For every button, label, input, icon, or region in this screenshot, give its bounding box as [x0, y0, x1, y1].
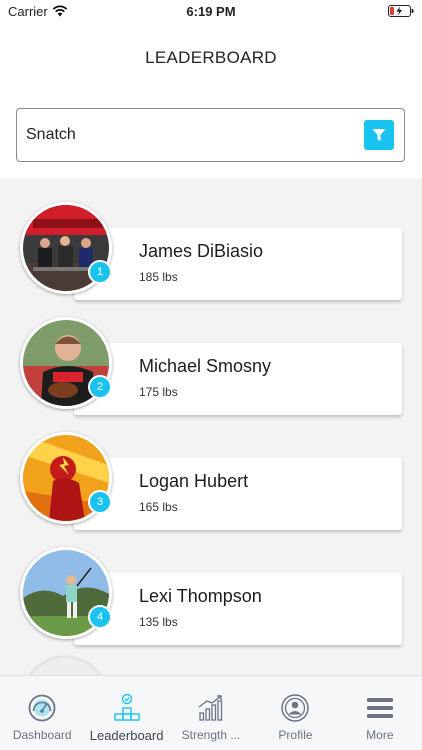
leaderboard-entry[interactable]: Michael Smosny 175 lbs 2 [20, 317, 402, 415]
battery-low-charging-icon [388, 5, 414, 17]
rank-badge: 2 [88, 375, 112, 399]
athlete-weight: 175 lbs [139, 385, 178, 399]
athlete-weight: 135 lbs [139, 615, 178, 629]
tab-profile[interactable]: Profile [253, 676, 337, 750]
athlete-avatar-partial [22, 655, 108, 675]
dashboard-gauge-icon [27, 693, 57, 723]
profile-icon [280, 693, 310, 723]
tab-dashboard[interactable]: Dashboard [0, 676, 84, 750]
strength-chart-icon [196, 693, 226, 723]
status-bar: Carrier 6:19 PM [0, 0, 422, 22]
entry-card[interactable]: James DiBiasio 185 lbs [74, 228, 402, 300]
tab-strength[interactable]: Strength ... [169, 676, 253, 750]
leaderboard-entry[interactable]: Logan Hubert 165 lbs 3 [20, 432, 402, 530]
tab-leaderboard[interactable]: Leaderboard [84, 676, 168, 750]
tab-label: Leaderboard [89, 728, 164, 743]
athlete-weight: 185 lbs [139, 270, 178, 284]
entry-card[interactable]: Michael Smosny 175 lbs [74, 343, 402, 415]
filter-icon [372, 129, 386, 141]
leaderboard-entry[interactable]: Lexi Thompson 135 lbs 4 [20, 547, 402, 645]
rank-badge: 1 [88, 260, 112, 284]
tab-bar: Dashboard Leaderboard Strength ... Profi… [0, 675, 422, 750]
tab-label: Strength ... [181, 728, 241, 742]
filter-button[interactable] [364, 120, 394, 150]
athlete-weight: 165 lbs [139, 500, 178, 514]
leaderboard-list[interactable]: James DiBiasio 185 lbs 1 Michael Smosny … [0, 178, 422, 675]
leaderboard-entry[interactable]: James DiBiasio 185 lbs 1 [20, 202, 402, 300]
tab-label: Dashboard [12, 728, 72, 742]
rank-badge: 4 [88, 605, 112, 629]
athlete-name: Michael Smosny [139, 356, 272, 376]
rank-badge: 3 [88, 490, 112, 514]
leaderboard-podium-icon [112, 693, 142, 723]
athlete-name: Logan Hubert [139, 471, 249, 491]
tab-label: More [366, 728, 394, 742]
tab-more[interactable]: More [338, 676, 422, 750]
menu-icon [365, 693, 395, 723]
entry-card[interactable]: Logan Hubert 165 lbs [74, 458, 402, 530]
exercise-select-value: Snatch [26, 126, 76, 143]
page-title: LEADERBOARD [145, 48, 277, 67]
athlete-name: Lexi Thompson [139, 586, 262, 606]
tab-label: Profile [278, 728, 313, 742]
status-left: Carrier [8, 4, 68, 19]
athlete-name: James DiBiasio [139, 241, 264, 261]
wifi-icon [52, 5, 68, 17]
exercise-select[interactable]: Snatch [16, 108, 405, 162]
entry-card[interactable]: Lexi Thompson 135 lbs [74, 573, 402, 645]
carrier-label: Carrier [8, 3, 48, 19]
